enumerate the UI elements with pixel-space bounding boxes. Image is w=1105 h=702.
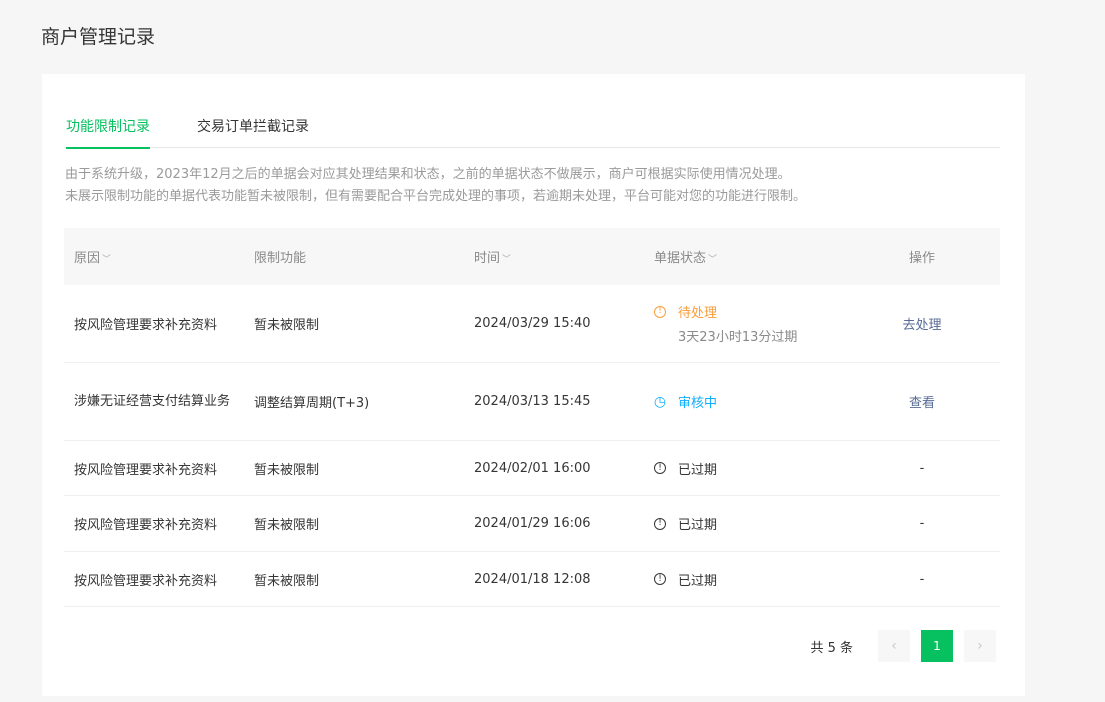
- cell-action: -: [844, 572, 1000, 587]
- tab-order-interception[interactable]: 交易订单拦截记录: [197, 116, 309, 148]
- status-badge: ! 已过期: [654, 459, 844, 478]
- cell-time: 2024/03/29 15:40: [474, 316, 591, 331]
- tab-function-restriction[interactable]: 功能限制记录: [66, 116, 150, 149]
- chevron-down-icon: ﹀: [102, 255, 112, 265]
- cell-feature: 暂未被限制: [254, 462, 320, 478]
- header-feature: 限制功能: [254, 251, 307, 266]
- action-placeholder: -: [919, 516, 925, 531]
- cell-feature: 暂未被限制: [254, 518, 320, 533]
- action-placeholder: -: [919, 571, 925, 587]
- next-page-button[interactable]: ›: [964, 630, 996, 662]
- cell-time: 2024/02/01 16:00: [474, 460, 591, 476]
- clock-icon: ◷: [653, 393, 667, 410]
- chevron-down-icon: ﹀: [708, 255, 718, 265]
- pagination-total: 共 5 条: [810, 640, 853, 656]
- status-label: 审核中: [678, 396, 718, 411]
- header-reason[interactable]: 原因 ﹀: [64, 247, 244, 266]
- table-row: 按风险管理要求补充资料 暂未被限制 2024/02/01 16:00! 已过期 -: [64, 441, 1000, 496]
- cell-feature: 暂未被限制: [254, 573, 320, 589]
- cell-time: 2024/01/29 16:06: [474, 516, 591, 531]
- prev-page-button[interactable]: ‹: [878, 630, 910, 662]
- action-placeholder: -: [919, 460, 925, 476]
- table-row: 按风险管理要求补充资料 暂未被限制 2024/01/18 12:08! 已过期 -: [64, 552, 1000, 607]
- header-action: 操作: [908, 251, 935, 266]
- header-time[interactable]: 时间 ﹀: [464, 247, 644, 266]
- status-badge: ! 已过期: [654, 570, 844, 589]
- cell-action: -: [844, 516, 1000, 531]
- exclamation-circle-icon: !: [654, 517, 666, 530]
- table-row: 按风险管理要求补充资料 暂未被限制 2024/03/29 15:40! 待处理 3天23…: [64, 285, 1000, 363]
- chevron-right-icon: ›: [977, 638, 983, 654]
- action-link[interactable]: 去处理: [902, 318, 941, 333]
- exclamation-circle-icon: !: [654, 462, 666, 474]
- records-table: 原因 ﹀ 限制功能 时间 ﹀ 单据状态 ﹀ 操作 按风险管理要求补充资料 暂未被限制 20…: [64, 228, 1000, 607]
- notice-line-1: 由于系统升级，2023年12月之后的单据会对应其处理结果和状态，之前的单据状态不…: [65, 167, 791, 182]
- chevron-down-icon: ﹀: [502, 255, 512, 265]
- cell-action: 查看: [844, 392, 1000, 411]
- cell-time: 2024/03/13 15:45: [474, 394, 591, 409]
- exclamation-circle-icon: !: [654, 573, 666, 585]
- table-row: 涉嫌无证经营支付结算业务 调整结算周期(T+3) 2024/03/13 15:45 ◷…: [64, 363, 1000, 441]
- notice-line-2: 未展示限制功能的单据代表功能暂未被限制，但有需要配合平台完成处理的事项，若逾期未…: [65, 189, 807, 204]
- cell-action: 去处理: [844, 314, 1000, 333]
- status-badge: ! 已过期: [654, 514, 844, 533]
- header-status[interactable]: 单据状态 ﹀: [644, 247, 844, 266]
- cell-status: ! 已过期: [644, 570, 844, 589]
- cell-reason: 按风险管理要求补充资料: [74, 462, 218, 478]
- page-button-current[interactable]: 1: [921, 630, 953, 662]
- cell-status: ◷ 审核中: [644, 392, 844, 412]
- status-label: 已过期: [678, 573, 718, 589]
- status-badge: ! 待处理: [654, 302, 844, 321]
- page-title: 商户管理记录: [41, 26, 156, 48]
- tab-bar: 功能限制记录 交易订单拦截记录: [64, 74, 1000, 149]
- status-label: 已过期: [678, 518, 718, 533]
- action-link[interactable]: 查看: [909, 396, 935, 411]
- notice-text: 由于系统升级，2023年12月之后的单据会对应其处理结果和状态，之前的单据状态不…: [65, 164, 1005, 208]
- cell-status: ! 已过期: [644, 514, 844, 533]
- status-label: 待处理: [678, 306, 718, 321]
- status-badge: ◷ 审核中: [653, 392, 844, 412]
- table-header: 原因 ﹀ 限制功能 时间 ﹀ 单据状态 ﹀ 操作: [64, 228, 1000, 285]
- cell-feature: 调整结算周期(T+3): [254, 396, 370, 411]
- cell-reason: 按风险管理要求补充资料: [74, 318, 218, 333]
- cell-status: ! 待处理 3天23小时13分过期: [644, 302, 844, 345]
- cell-reason: 涉嫌无证经营支付结算业务: [74, 393, 231, 409]
- cell-action: -: [844, 461, 1000, 476]
- chevron-left-icon: ‹: [891, 638, 897, 654]
- cell-reason: 按风险管理要求补充资料: [74, 518, 218, 533]
- status-deadline: 3天23小时13分过期: [678, 330, 798, 345]
- pagination: 共 5 条 ‹ 1 ›: [810, 630, 996, 662]
- records-card: 功能限制记录 交易订单拦截记录 由于系统升级，2023年12月之后的单据会对应其…: [42, 74, 1025, 696]
- cell-status: ! 已过期: [644, 459, 844, 478]
- table-body: 按风险管理要求补充资料 暂未被限制 2024/03/29 15:40! 待处理 3天23…: [64, 285, 1000, 607]
- table-row: 按风险管理要求补充资料 暂未被限制 2024/01/29 16:06! 已过期 -: [64, 496, 1000, 552]
- exclamation-circle-icon: !: [654, 305, 666, 318]
- cell-time: 2024/01/18 12:08: [474, 571, 591, 587]
- cell-reason: 按风险管理要求补充资料: [74, 573, 218, 589]
- status-label: 已过期: [678, 462, 718, 478]
- cell-feature: 暂未被限制: [254, 318, 320, 333]
